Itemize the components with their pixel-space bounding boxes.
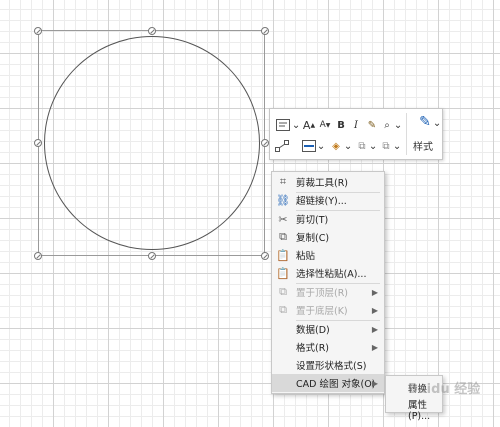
crop-icon: ⌗: [279, 175, 287, 188]
menu-item-cut[interactable]: ✂ 剪切(T): [272, 210, 384, 228]
submenu-arrow-icon: ▶: [371, 324, 378, 334]
resize-handle-top-left[interactable]: [34, 27, 42, 35]
italic-button[interactable]: I: [350, 117, 362, 133]
bring-forward-icon[interactable]: ⧉: [354, 138, 370, 154]
styles-label[interactable]: 样式: [413, 138, 433, 153]
mini-toolbar: ⌄ A ▲ A ▼ B I ✎ ⌕ ⌄ ⌄ ◈ ⌄ ⧉ ⌄ ⧉ ⌄ ✎ ⌄ 样式: [269, 108, 443, 160]
send-to-back-icon: ⧉: [279, 303, 287, 316]
paste-icon: 📋: [276, 248, 290, 262]
line-style-icon[interactable]: [301, 138, 317, 154]
font-box-icon[interactable]: [274, 117, 292, 133]
bring-to-front-icon: ⧉: [279, 285, 287, 298]
cad-circle-shape[interactable]: [44, 36, 260, 250]
context-menu: ⌗ 剪裁工具(R) ⛓ 超链接(Y)... ✂ 剪切(T) ⧉ 复制(C) 📋 …: [271, 171, 385, 394]
hyperlink-icon: ⛓: [276, 193, 290, 207]
resize-handle-left[interactable]: [34, 139, 42, 147]
shrink-font-button[interactable]: A ▼: [319, 117, 331, 133]
submenu-arrow-icon: ▶: [371, 305, 378, 315]
send-backward-icon[interactable]: ⧉: [378, 138, 394, 154]
resize-handle-top-right[interactable]: [261, 27, 269, 35]
menu-item-crop-tool[interactable]: ⌗ 剪裁工具(R): [272, 173, 384, 191]
menu-item-send-to-back[interactable]: ⧉ 置于底层(K) ▶: [272, 301, 384, 319]
submenu-arrow-icon: ▶: [371, 342, 378, 352]
menu-item-paste-special[interactable]: 📋 选择性粘贴(A)...: [272, 264, 384, 282]
fill-color-icon[interactable]: ◈: [328, 138, 344, 154]
scissors-icon: ✂: [278, 212, 288, 226]
grow-font-button[interactable]: A ▲: [303, 117, 315, 133]
resize-handle-top[interactable]: [148, 27, 156, 35]
menu-item-data[interactable]: 数据(D) ▶: [272, 320, 384, 338]
resize-handle-bottom-right[interactable]: [261, 252, 269, 260]
menu-item-hyperlink[interactable]: ⛓ 超链接(Y)...: [272, 191, 384, 209]
submenu-arrow-icon: ▶: [371, 287, 378, 297]
chevron-down-icon[interactable]: ⌄: [393, 138, 401, 154]
chevron-down-icon[interactable]: ⌄: [394, 117, 402, 133]
resize-handle-right[interactable]: [261, 139, 269, 147]
menu-item-paste[interactable]: 📋 粘贴: [272, 246, 384, 264]
toolbar-divider: [406, 113, 407, 155]
paste-special-icon: 📋: [276, 266, 290, 280]
line-color-icon[interactable]: ⌕: [380, 117, 394, 133]
resize-handle-bottom-left[interactable]: [34, 252, 42, 260]
submenu-arrow-icon: ▶: [371, 378, 378, 388]
connector-icon[interactable]: [274, 138, 290, 154]
menu-item-format[interactable]: 格式(R) ▶: [272, 338, 384, 356]
chevron-down-icon[interactable]: ⌄: [292, 117, 300, 133]
chevron-down-icon[interactable]: ⌄: [317, 138, 325, 154]
resize-handle-bottom[interactable]: [148, 252, 156, 260]
menu-item-cad-drawing-object[interactable]: CAD 绘图 对象(O) ▶: [272, 374, 384, 392]
watermark: Baidu 经验: [408, 382, 481, 397]
menu-item-bring-to-front[interactable]: ⧉ 置于顶层(R) ▶: [272, 283, 384, 301]
bold-button[interactable]: B: [335, 117, 347, 133]
format-painter-icon[interactable]: ✎: [365, 117, 379, 133]
menu-item-copy[interactable]: ⧉ 复制(C): [272, 228, 384, 246]
chevron-down-icon[interactable]: ⌄: [344, 138, 352, 154]
menu-item-format-shape[interactable]: 设置形状格式(S): [272, 356, 384, 374]
chevron-down-icon[interactable]: ⌄: [433, 115, 441, 131]
copy-icon: ⧉: [279, 230, 287, 243]
chevron-down-icon[interactable]: ⌄: [369, 138, 377, 154]
